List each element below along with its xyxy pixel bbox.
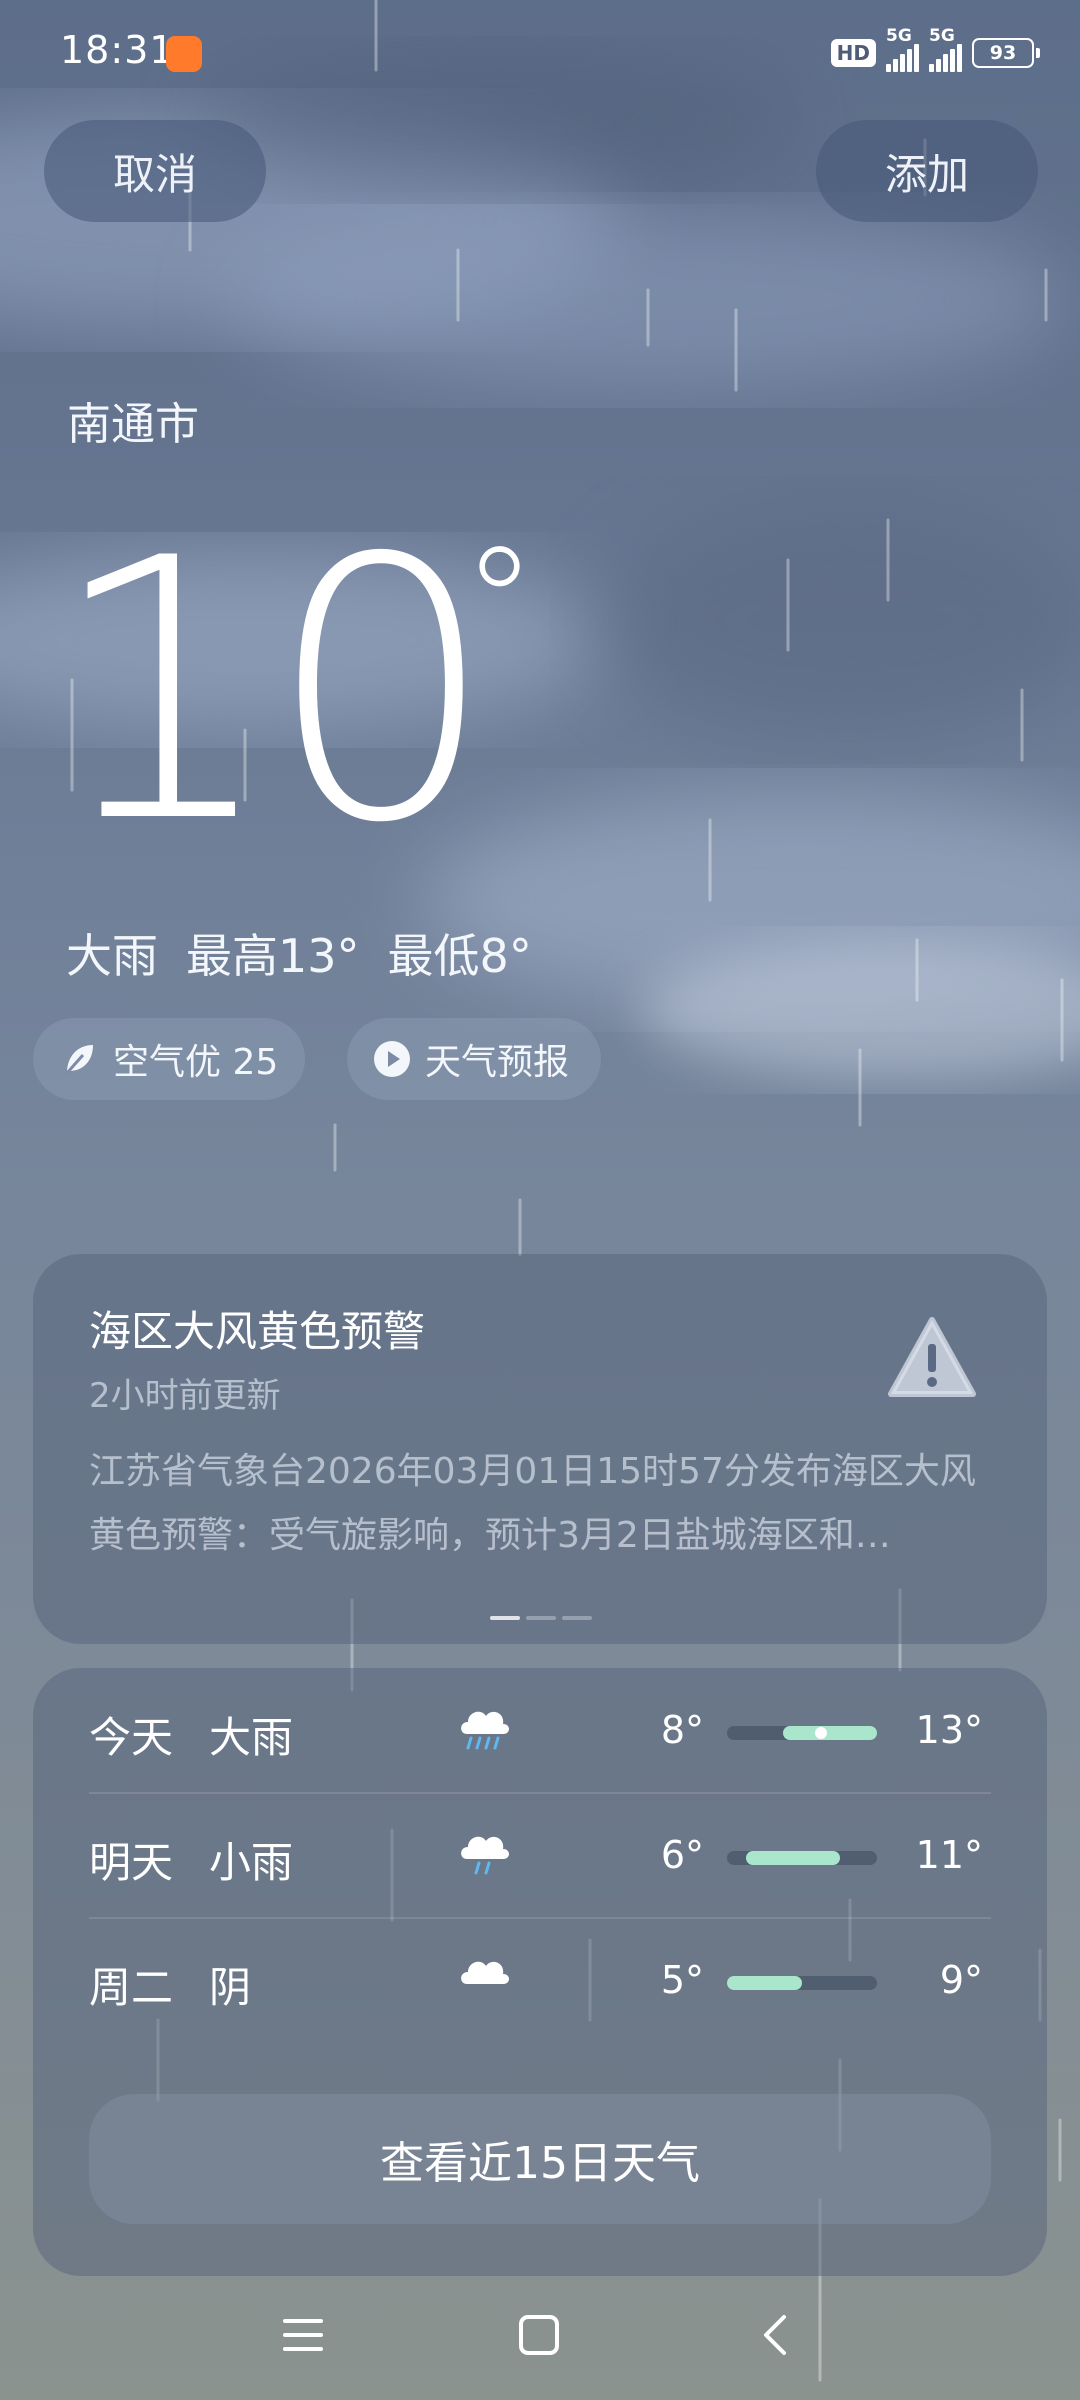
menu-button[interactable] [258,2290,348,2380]
forecast-high: 11° [915,1833,983,1877]
temperature-range-bar [727,1976,877,1990]
forecast-day: 今天 [89,1713,174,1762]
signal-icon: 5G [886,26,919,72]
current-condition: 大雨 [66,929,158,983]
navigation-bar [0,2290,1080,2380]
forecast-day: 周二 [89,1963,174,2012]
forecast-row[interactable]: 周二阴 5° 9° [33,1918,1047,2042]
add-button[interactable]: 添加 [816,120,1038,222]
overcast-icon [453,1944,517,2008]
weather-forecast-label: 天气预报 [425,1042,570,1083]
home-button[interactable] [494,2290,584,2380]
weather-forecast-chip[interactable]: 天气预报 [347,1018,601,1100]
forecast-row[interactable]: 明天 小雨 6° 11° [33,1793,1047,1917]
forecast-low: 5° [660,1958,704,2002]
degree-symbol: ° [462,516,537,690]
warning-title: 海区大风黄色预警 [89,1307,426,1356]
play-icon [374,1041,410,1077]
weather-warning-card[interactable]: 海区大风黄色预警 2小时前更新 江苏省气象台2026年03月01日15时57分发… [33,1254,1047,1644]
warning-text: 江苏省气象台2026年03月01日15时57分发布海区大风黄色预警：受气旋影响，… [89,1451,976,1556]
high-temperature: 最高13° [186,929,360,983]
warning-icon [888,1317,976,1397]
warning-pager [490,1616,592,1620]
current-temperature-marker [814,1727,827,1739]
light-rain-icon [453,1819,517,1883]
menu-icon [283,2319,323,2351]
city-name: 南通市 [67,399,199,450]
forecast-row[interactable]: 今天 大雨 8° 13° [33,1668,1047,1792]
pager-dot [562,1616,592,1620]
view-15-day-forecast-button[interactable]: 查看近15日天气 [89,2094,991,2224]
battery-level: 93 [972,38,1034,68]
low-temperature: 最低8° [387,929,532,983]
battery-icon: 93 [972,38,1040,68]
weather-summary: 大雨 最高13° 最低8° [66,920,532,986]
daily-forecast-card: 今天 大雨 8° 13° 明天 小雨 6° 11° 周二阴 5° 9° 查看近15日天气 [33,1668,1047,2276]
hd-icon: HD [830,39,876,67]
forecast-condition: 小雨 [209,1838,294,1887]
temperature-range-fill [727,1976,802,1990]
app-notification-icon [166,36,202,72]
current-temperature: 10 [48,482,496,901]
forecast-condition: 阴 [209,1963,252,2012]
temperature-range-fill [783,1726,877,1740]
back-icon [764,2315,786,2355]
forecast-high: 9° [939,1958,983,2002]
home-icon [519,2315,559,2355]
temperature-range-bar [727,1726,877,1740]
forecast-low: 6° [660,1833,704,1877]
network-type-label-sim2: 5G [929,26,955,46]
signal-icon-sim2: 5G [929,26,962,72]
forecast-high: 13° [915,1708,983,1752]
forecast-low: 8° [660,1708,704,1752]
back-button[interactable] [730,2290,820,2380]
air-quality-chip[interactable]: 空气优 25 [33,1018,305,1100]
air-quality-label: 空气优 25 [113,1042,279,1083]
forecast-condition: 大雨 [209,1713,294,1762]
heavy-rain-icon [453,1694,517,1758]
temperature-range-bar [727,1851,877,1865]
pager-dot [526,1616,556,1620]
warning-updated-time: 2小时前更新 [89,1376,281,1416]
status-time: 18:31 [60,28,175,72]
cancel-button[interactable]: 取消 [44,120,266,222]
status-icons: HD 5G 5G 93 [830,26,1040,76]
network-type-label: 5G [886,26,912,46]
temperature-range-fill [745,1851,840,1865]
pager-dot [490,1616,520,1620]
leaf-icon [65,1045,93,1074]
forecast-day: 明天 [89,1838,174,1887]
